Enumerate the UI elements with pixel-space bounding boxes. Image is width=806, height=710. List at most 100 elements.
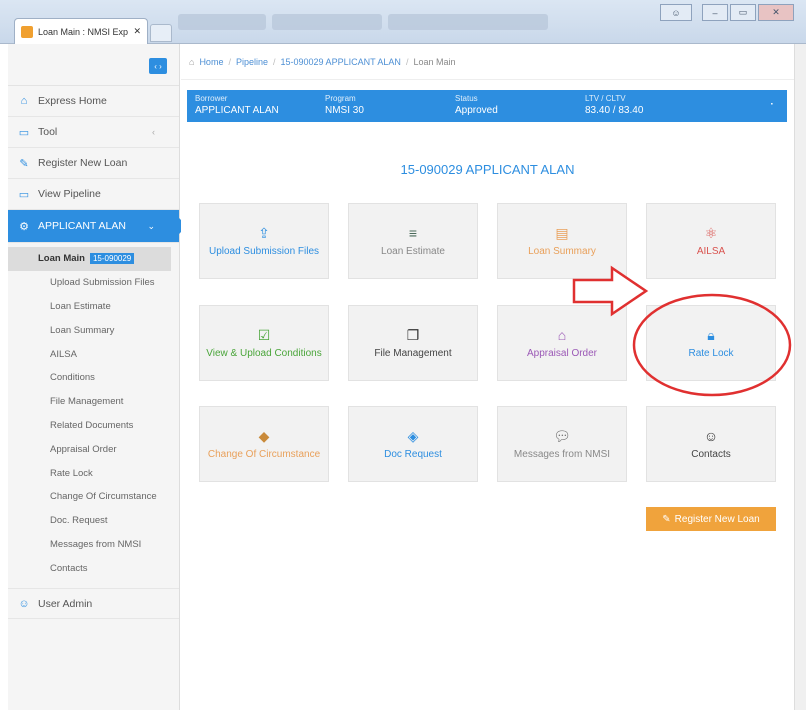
sidebar-subitem[interactable]: Doc. Request (8, 509, 179, 533)
sidebar-header: ‹ › (8, 44, 179, 86)
register-icon: ✎ (19, 157, 29, 170)
new-tab-button[interactable] (150, 24, 172, 42)
user-icon[interactable]: ☺ (660, 4, 692, 21)
sidebar-subitem[interactable]: Messages from NMSI (8, 533, 179, 557)
borrower-field: Borrower APPLICANT ALAN (195, 94, 325, 122)
breadcrumb-separator: / (228, 56, 231, 67)
sidebar-toggle-button[interactable]: ‹ › (149, 58, 167, 74)
tile-label: File Management (374, 347, 452, 359)
tile-contacts[interactable]: ☺ Contacts (646, 406, 776, 482)
browser-tab[interactable]: Loan Main : NMSI Expre ✕ (14, 18, 148, 44)
server-icon: ≡ (408, 224, 418, 241)
atom-icon: ⚛ (704, 224, 718, 241)
close-window-icon[interactable]: ✕ (758, 4, 794, 21)
status-value: Approved (455, 105, 498, 116)
program-value: NMSI 30 (325, 105, 364, 116)
ltv-value: 83.40 / 83.40 (585, 105, 644, 116)
sidebar-item-tool[interactable]: ▭ Tool ‹ (8, 117, 179, 148)
sidebar-subitem[interactable]: Loan Summary (8, 318, 179, 342)
tile-label: Upload Submission Files (208, 245, 320, 257)
tile-label: Doc Request (384, 448, 442, 460)
sidebar: ‹ › ⌂ Express Home ▭ Tool ‹ ✎ Register N… (8, 44, 187, 710)
sidebar-item-label: Register New Loan (38, 157, 128, 169)
tile-label: Messages from NMSI (513, 448, 611, 460)
sidebar-item-view-pipeline[interactable]: ▭ View Pipeline (8, 179, 179, 210)
minimize-icon[interactable]: – (702, 4, 728, 21)
tool-icon: ▭ (18, 126, 30, 139)
tile-ailsa[interactable]: ⚛ AILSA (646, 203, 776, 279)
sidebar-submenu: Loan Main 15-090029 Upload Submission Fi… (8, 243, 179, 588)
tile-view-upload-conditions[interactable]: ☑ View & Upload Conditions (199, 305, 329, 381)
breadcrumb-loan[interactable]: 15-090029 APPLICANT ALAN (281, 57, 401, 67)
gear-icon: ⚙ (19, 220, 29, 233)
sidebar-subitem[interactable]: File Management (8, 390, 179, 414)
sidebar-item-label: View Pipeline (38, 188, 101, 200)
tile-label: Change Of Circumstance (207, 448, 321, 460)
window-controls: ☺ – ▭ ✕ (660, 4, 794, 21)
page-title: 15-090029 APPLICANT ALAN (400, 162, 575, 177)
borrower-value: APPLICANT ALAN (195, 105, 279, 116)
browser-tab-title: Loan Main : NMSI Expre (38, 26, 129, 37)
favicon-icon (21, 25, 33, 38)
sidebar-subitem[interactable]: Contacts (8, 556, 179, 580)
breadcrumb-separator: / (273, 56, 276, 67)
sidebar-subitem[interactable]: AILSA (8, 342, 179, 366)
sidebar-item-label: APPLICANT ALAN (38, 220, 126, 232)
sidebar-subitem[interactable]: Conditions (8, 366, 179, 390)
blurred-tab[interactable] (178, 14, 266, 30)
sidebar-subitem[interactable]: Appraisal Order (8, 437, 179, 461)
sidebar-item-label: User Admin (38, 597, 93, 610)
sidebar-item-express-home[interactable]: ⌂ Express Home (8, 86, 179, 117)
close-tab-icon[interactable]: ✕ (133, 26, 141, 37)
users-icon: ☺ (18, 597, 30, 610)
browser-chrome: Loan Main : NMSI Expre ✕ ☺ – ▭ ✕ (0, 0, 806, 44)
sidebar-item-register-new-loan[interactable]: ✎ Register New Loan (8, 148, 179, 179)
tile-upload-submission-files[interactable]: ⇪ Upload Submission Files (199, 203, 329, 279)
sidebar-subitem-loan-main[interactable]: Loan Main 15-090029 (8, 247, 171, 271)
tile-label: View & Upload Conditions (206, 347, 322, 359)
tile-appraisal-order[interactable]: ⌂ Appraisal Order (497, 305, 627, 381)
program-label: Program (325, 94, 356, 103)
tile-label: Loan Summary (528, 245, 596, 257)
tile-messages-from-nmsi[interactable]: 💬︎ Messages from NMSI (497, 406, 627, 482)
blurred-tab[interactable] (272, 14, 382, 30)
home-icon: ⌂ (189, 56, 195, 67)
sidebar-subitem[interactable]: Related Documents (8, 414, 179, 438)
tile-loan-summary[interactable]: ▤ Loan Summary (497, 203, 627, 279)
loan-number-badge: 15-090029 (89, 253, 135, 265)
tile-file-management[interactable]: ❐ File Management (348, 305, 478, 381)
sidebar-subitem[interactable]: Rate Lock (8, 461, 179, 485)
program-field: Program NMSI 30 (325, 94, 455, 122)
main-content: ⌂ Home / Pipeline / 15-090029 APPLICANT … (181, 44, 794, 710)
blurred-tab[interactable] (388, 14, 548, 30)
chat-icon: 💬︎ (553, 427, 571, 444)
tile-label: Rate Lock (688, 347, 734, 359)
checkbox-icon: ☑ (257, 326, 271, 343)
expand-icon[interactable]: ⠂ (770, 100, 777, 111)
sidebar-item-label: Express Home (38, 95, 107, 107)
chevron-down-icon: ⌄ (147, 220, 155, 231)
register-button-label: Register New Loan (674, 513, 760, 525)
sidebar-item-label: Tool (38, 126, 58, 138)
breadcrumb-pipeline[interactable]: Pipeline (236, 57, 268, 67)
maximize-icon[interactable]: ▭ (730, 4, 756, 21)
register-new-loan-button[interactable]: ✎ Register New Loan (646, 507, 776, 531)
tile-loan-estimate[interactable]: ≡ Loan Estimate (348, 203, 478, 279)
chevron-left-icon: ‹ (152, 127, 155, 137)
status-label: Status (455, 94, 478, 103)
tile-change-of-circumstance[interactable]: ◆ Change Of Circumstance (199, 406, 329, 482)
sidebar-subitem-label: Loan Main (38, 253, 85, 265)
tile-doc-request[interactable]: ◈ Doc Request (348, 406, 478, 482)
borrower-label: Borrower (195, 94, 228, 103)
breadcrumb-home[interactable]: Home (199, 57, 223, 67)
tile-rate-lock[interactable]: 🔒︎ Rate Lock (646, 305, 776, 381)
scrollbar[interactable] (794, 44, 806, 710)
sidebar-item-user-admin[interactable]: ☺ User Admin (8, 588, 179, 620)
ltv-label: LTV / CLTV (585, 94, 626, 103)
sidebar-subitem[interactable]: Loan Estimate (8, 295, 179, 319)
sidebar-subitem[interactable]: Upload Submission Files (8, 271, 179, 295)
ltv-field: LTV / CLTV 83.40 / 83.40 (585, 94, 715, 122)
sidebar-item-applicant[interactable]: ⚙ APPLICANT ALAN ⌄ (8, 210, 187, 243)
sidebar-subitem[interactable]: Change Of Circumstance (8, 485, 179, 509)
layers-icon: ◈ (407, 427, 419, 444)
